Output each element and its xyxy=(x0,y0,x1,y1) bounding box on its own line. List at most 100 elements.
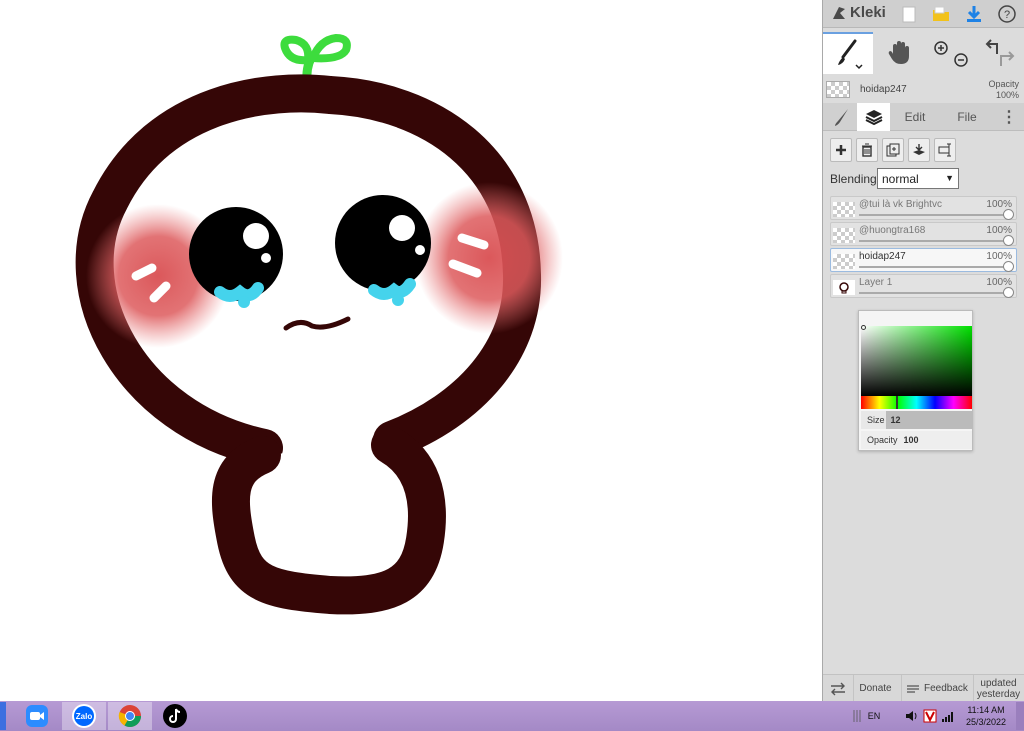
undo-redo-icons xyxy=(985,39,1015,66)
new-image-icon[interactable] xyxy=(899,4,919,24)
layer-name: @huongtra168 xyxy=(859,225,926,236)
blending-row: Blending normal ▼ xyxy=(823,168,1024,190)
tab-file[interactable]: File xyxy=(947,103,987,131)
layer-item[interactable]: @tui là vk Brightvc 100% xyxy=(830,196,1017,220)
add-layer-button[interactable] xyxy=(830,138,852,162)
layer-item[interactable]: Layer 1 100% xyxy=(830,274,1017,298)
tiktok-app-icon[interactable] xyxy=(160,702,190,730)
donate-link[interactable]: Donate xyxy=(853,675,897,702)
layer-thumbnail xyxy=(833,254,855,269)
show-hidden-icons[interactable] xyxy=(852,702,862,730)
language-indicator[interactable]: EN xyxy=(864,702,884,730)
layers-tab-icon xyxy=(865,110,882,126)
tab-edit[interactable]: Edit xyxy=(895,103,935,131)
merge-down-icon xyxy=(913,144,925,155)
feedback-link[interactable]: Feedback xyxy=(901,675,971,702)
brush-icon xyxy=(838,39,863,70)
blending-label: Blending xyxy=(830,172,877,186)
zalo-app-icon[interactable]: Zalo xyxy=(62,702,106,730)
undo-redo-buttons[interactable] xyxy=(975,32,1023,74)
tab-brush[interactable] xyxy=(827,103,857,131)
slider-knob[interactable] xyxy=(1003,209,1014,220)
start-edge[interactable] xyxy=(0,702,6,730)
sidebar-top-bar: Kleki ? xyxy=(823,0,1024,28)
slider-knob[interactable] xyxy=(1003,287,1014,298)
app-name: Kleki xyxy=(850,4,886,21)
opacity-label: Opacity xyxy=(867,435,898,445)
merge-down-button[interactable] xyxy=(908,138,930,162)
size-label: Size xyxy=(867,415,885,425)
layer-opacity-slider[interactable] xyxy=(859,214,1007,216)
zoom-buttons[interactable] xyxy=(927,32,971,74)
layer-opacity-slider[interactable] xyxy=(859,292,1007,294)
current-layer-indicator: hoidap247 Opacity 100% xyxy=(823,77,1024,103)
layer-opacity-slider[interactable] xyxy=(859,266,1007,268)
tab-layers[interactable] xyxy=(857,103,890,131)
opacity-value: 100% xyxy=(995,90,1019,100)
color-picker-popup: Size 12 Opacity 100 xyxy=(858,310,973,451)
rename-layer-button[interactable] xyxy=(934,138,956,162)
current-layer-name: hoidap247 xyxy=(860,84,907,95)
updated-line2: yesterday xyxy=(976,688,1021,700)
hand-tool-button[interactable] xyxy=(875,32,923,74)
hue-slider[interactable] xyxy=(861,396,972,409)
svg-text:?: ? xyxy=(1004,9,1010,21)
sidebar-footer: Donate Feedback updated yesterday xyxy=(823,674,1024,702)
brush-opacity-slider[interactable]: Opacity 100 xyxy=(861,431,972,449)
zoom-app-icon[interactable] xyxy=(22,702,52,730)
delete-layer-button[interactable] xyxy=(856,138,878,162)
layer-thumbnail xyxy=(833,280,855,295)
download-icon[interactable] xyxy=(964,4,984,24)
drawing-canvas[interactable] xyxy=(0,0,822,701)
right-blush xyxy=(415,182,563,334)
brush-tool-button[interactable] xyxy=(823,32,873,74)
layer-thumbnail xyxy=(833,228,855,243)
hue-marker[interactable] xyxy=(896,396,898,409)
brush-size-slider[interactable]: Size 12 xyxy=(861,411,972,429)
chrome-app-icon[interactable] xyxy=(108,702,152,730)
tabs-row: Edit File ⋮ xyxy=(823,103,1024,131)
kleki-app: Kleki ? hoidap247 Opacity 100% Edit File… xyxy=(0,0,1024,731)
size-value: 12 xyxy=(890,415,901,425)
current-layer-thumbnail xyxy=(826,81,850,98)
vivaldi-tray-icon[interactable] xyxy=(922,702,938,730)
duplicate-layer-button[interactable] xyxy=(882,138,904,162)
rename-layer-icon xyxy=(938,143,951,157)
layer-item-active[interactable]: hoidap247 100% xyxy=(830,248,1017,272)
show-desktop-button[interactable] xyxy=(1016,702,1024,730)
delete-layer-icon xyxy=(862,143,872,157)
clock-time: 11:14 AM xyxy=(967,705,1005,715)
layer-item[interactable]: @huongtra168 100% xyxy=(830,222,1017,246)
brush-tab-icon xyxy=(835,109,848,126)
saturation-value-area[interactable] xyxy=(861,326,972,396)
volume-icon[interactable] xyxy=(904,702,920,730)
current-layer-opacity: Opacity 100% xyxy=(988,79,1019,101)
swap-sides-icon[interactable] xyxy=(829,675,847,702)
updated-info[interactable]: updated yesterday xyxy=(973,675,1023,702)
open-folder-icon[interactable] xyxy=(931,4,951,24)
tool-row xyxy=(823,32,1024,74)
layer-name: @tui là vk Brightvc xyxy=(859,199,942,210)
blending-select[interactable]: normal ▼ xyxy=(877,168,959,189)
layer-opacity-slider[interactable] xyxy=(859,240,1007,242)
blending-value: normal xyxy=(882,172,919,186)
layer-actions xyxy=(823,138,1024,164)
layer-name: Layer 1 xyxy=(859,277,893,288)
opacity-label: Opacity xyxy=(988,79,1019,89)
slider-knob[interactable] xyxy=(1003,261,1014,272)
color-marker[interactable] xyxy=(861,325,866,330)
kleki-logo-icon xyxy=(833,6,845,19)
chevron-down-icon: ▼ xyxy=(945,173,954,183)
feedback-icon xyxy=(907,684,919,693)
drawing-art xyxy=(75,33,563,615)
zalo-label: Zalo xyxy=(76,712,93,721)
more-icon[interactable]: ⋮ xyxy=(997,103,1021,131)
taskbar: Zalo EN 11:14 AM 25/3/2022 xyxy=(0,701,1024,731)
slider-knob[interactable] xyxy=(1003,235,1014,246)
help-icon[interactable]: ? xyxy=(997,4,1017,24)
zoom-icons xyxy=(934,41,968,67)
taskbar-clock[interactable]: 11:14 AM 25/3/2022 xyxy=(960,704,1012,728)
network-icon[interactable] xyxy=(940,702,956,730)
kleki-logo[interactable]: Kleki xyxy=(831,4,886,21)
opacity-value: 100 xyxy=(903,435,919,445)
